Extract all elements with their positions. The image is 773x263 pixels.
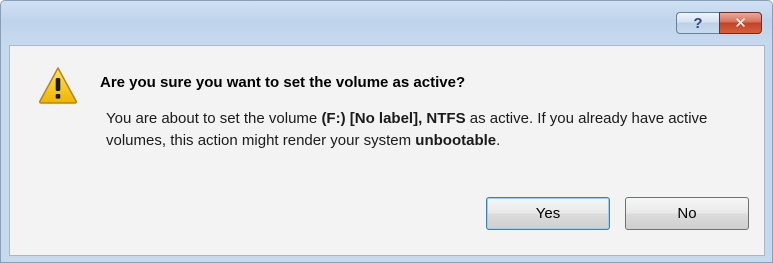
message-text-3: .	[496, 132, 501, 149]
dialog-content: Are you sure you want to set the volume …	[9, 45, 765, 256]
volume-name: (F:) [No label], NTFS	[321, 110, 466, 127]
close-icon: ✕	[734, 14, 747, 32]
warning-icon	[38, 67, 78, 104]
no-button[interactable]: No	[625, 197, 749, 230]
title-bar-buttons: ? ✕	[676, 12, 762, 34]
dialog-heading: Are you sure you want to set the volume …	[100, 74, 466, 91]
help-icon: ?	[693, 14, 703, 32]
close-button[interactable]: ✕	[719, 12, 762, 34]
title-bar[interactable]: ? ✕	[1, 1, 772, 45]
dialog-message: You are about to set the volume (F:) [No…	[106, 108, 746, 152]
message-text-1: You are about to set the volume	[106, 110, 322, 127]
dialog-window: ? ✕ Are you sure you want to set the vol…	[0, 0, 773, 263]
unbootable-text: unbootable	[415, 132, 497, 149]
yes-button[interactable]: Yes	[486, 197, 610, 230]
help-button[interactable]: ?	[676, 12, 719, 34]
